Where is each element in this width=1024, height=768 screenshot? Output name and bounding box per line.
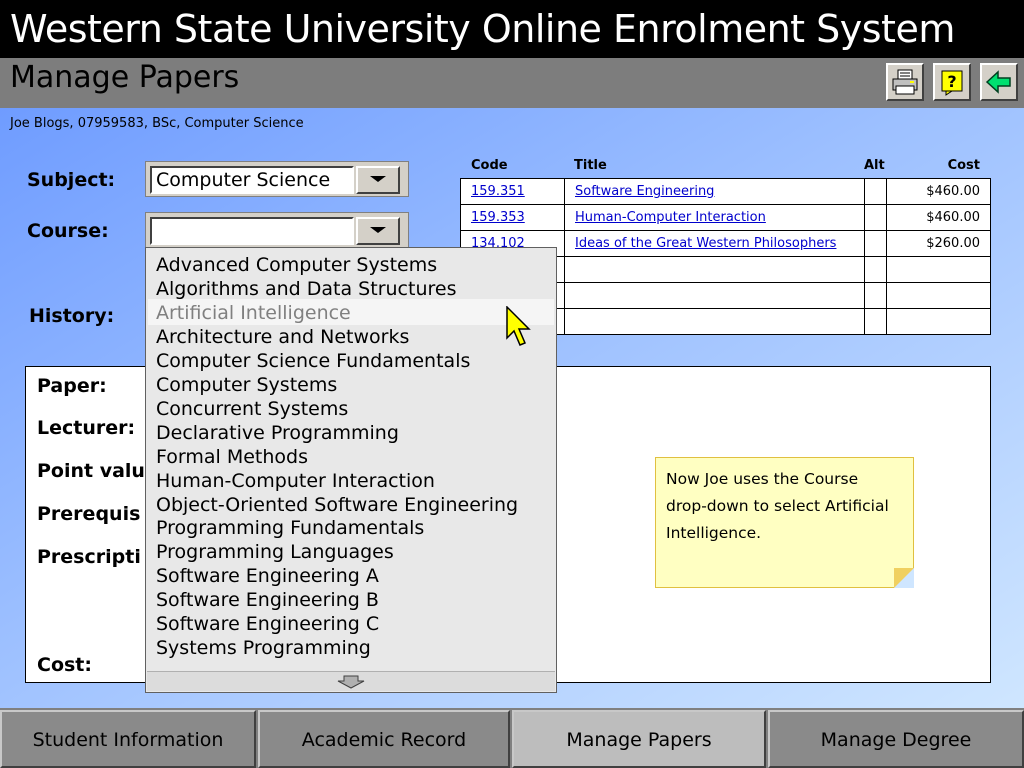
course-option[interactable]: Advanced Computer Systems	[156, 253, 437, 277]
course-dropdown-list[interactable]: Advanced Computer Systems Algorithms and …	[145, 247, 557, 693]
tab-student-information[interactable]: Student Information	[0, 710, 256, 768]
course-option[interactable]: Declarative Programming	[156, 421, 399, 445]
help-button[interactable]: ?	[933, 63, 971, 101]
subject-dropdown-button[interactable]	[356, 166, 400, 194]
column-divider	[886, 179, 887, 334]
printer-icon	[892, 69, 918, 95]
note-text: Now Joe uses the Course drop-down to sel…	[666, 470, 889, 542]
course-option[interactable]: Software Engineering C	[156, 612, 379, 636]
tab-academic-record[interactable]: Academic Record	[258, 710, 510, 768]
course-dropdown[interactable]	[145, 212, 409, 248]
course-label: Course:	[27, 220, 109, 242]
course-dropdown-button[interactable]	[356, 217, 400, 245]
subject-dropdown[interactable]: Computer Science	[145, 161, 409, 197]
chevron-down-icon	[370, 176, 386, 182]
table-row[interactable]: 159.353 Human-Computer Interaction $460.…	[461, 205, 990, 231]
course-option[interactable]: Computer Science Fundamentals	[156, 349, 470, 373]
course-option[interactable]: Computer Systems	[156, 373, 337, 397]
course-option[interactable]: Algorithms and Data Structures	[156, 277, 456, 301]
course-option[interactable]: Concurrent Systems	[156, 397, 348, 421]
svg-text:?: ?	[947, 72, 956, 91]
course-option[interactable]: Programming Languages	[156, 540, 394, 564]
paper-title-link[interactable]: Human-Computer Interaction	[575, 210, 766, 225]
help-icon: ?	[941, 70, 963, 96]
prescription-label: Prescripti	[37, 546, 141, 568]
subject-label: Subject:	[27, 169, 116, 191]
paper-label: Paper:	[37, 375, 107, 397]
app-title: Western State University Online Enrolmen…	[10, 7, 955, 51]
paper-cost: $460.00	[926, 210, 980, 225]
tab-manage-papers[interactable]: Manage Papers	[512, 710, 766, 768]
column-header-code: Code	[471, 158, 508, 173]
course-option[interactable]: Software Engineering A	[156, 564, 379, 588]
course-option[interactable]: Architecture and Networks	[156, 325, 409, 349]
paper-code-link[interactable]: 159.353	[471, 210, 525, 225]
page-fold	[894, 568, 914, 588]
scroll-down-button[interactable]	[147, 671, 555, 691]
table-row[interactable]: 159.351 Software Engineering $460.00	[461, 179, 990, 205]
column-header-alt: Alt	[864, 158, 885, 173]
paper-title-link[interactable]: Ideas of the Great Western Philosophers	[575, 236, 836, 251]
course-option[interactable]: Human-Computer Interaction	[156, 469, 435, 493]
course-option[interactable]: Systems Programming	[156, 636, 371, 660]
paper-title-link[interactable]: Software Engineering	[575, 184, 714, 199]
point-value-label: Point valu	[37, 460, 145, 482]
sticky-note: Now Joe uses the Course drop-down to sel…	[655, 457, 914, 588]
column-header-title: Title	[574, 158, 607, 173]
prerequisites-label: Prerequis	[37, 503, 141, 525]
history-label: History:	[29, 305, 115, 327]
subject-value[interactable]: Computer Science	[150, 166, 354, 194]
column-divider	[864, 179, 865, 334]
cost-label: Cost:	[37, 654, 92, 676]
column-divider	[564, 179, 565, 334]
back-arrow-icon	[985, 70, 1011, 94]
print-button[interactable]	[886, 63, 924, 101]
tab-manage-degree[interactable]: Manage Degree	[768, 710, 1024, 768]
course-option[interactable]: Software Engineering B	[156, 588, 379, 612]
paper-code-link[interactable]: 159.351	[471, 184, 525, 199]
course-option[interactable]: Programming Fundamentals	[156, 516, 424, 540]
paper-cost: $260.00	[926, 236, 980, 251]
course-option[interactable]: Artificial Intelligence	[156, 301, 351, 325]
student-info-line: Joe Blogs, 07959583, BSc, Computer Scien…	[10, 116, 304, 131]
chevron-down-icon	[370, 227, 386, 233]
mouse-cursor-icon	[506, 306, 531, 346]
course-option[interactable]: Formal Methods	[156, 445, 308, 469]
page-title: Manage Papers	[10, 60, 240, 95]
arrow-down-icon	[337, 675, 365, 689]
paper-cost: $460.00	[926, 184, 980, 199]
lecturer-label: Lecturer:	[37, 417, 136, 439]
back-button[interactable]	[980, 63, 1018, 101]
course-option[interactable]: Object-Oriented Software Engineering	[156, 493, 518, 517]
course-value[interactable]	[150, 217, 354, 245]
column-header-cost: Cost	[947, 158, 980, 173]
